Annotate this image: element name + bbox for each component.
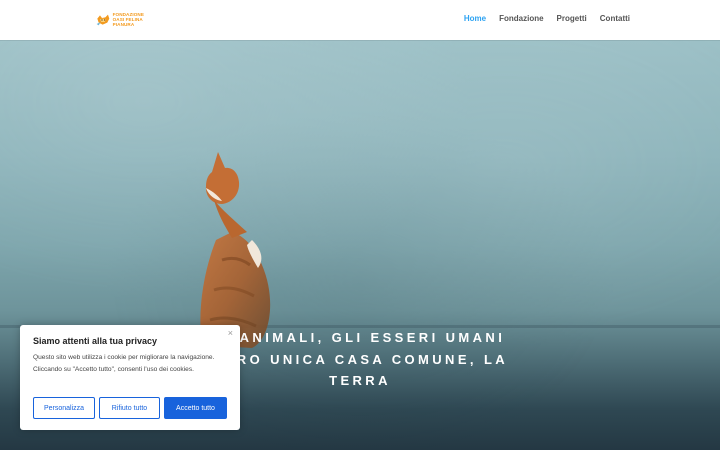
cookie-description: Questo sito web utilizza i cookie per mi…: [33, 354, 215, 373]
cat-logo-icon: [96, 14, 110, 25]
customize-button[interactable]: Personalizza: [33, 397, 95, 419]
cookie-buttons: Personalizza Rifiuto tutto Accetto tutto: [33, 397, 227, 419]
site-logo[interactable]: FONDAZIONE OASI FELINA PIANURA: [96, 9, 144, 30]
nav-home[interactable]: Home: [464, 14, 486, 23]
nav-fondazione[interactable]: Fondazione: [499, 14, 543, 23]
accept-all-button[interactable]: Accetto tutto: [164, 397, 227, 419]
nav-progetti[interactable]: Progetti: [557, 14, 587, 23]
logo-text: FONDAZIONE OASI FELINA PIANURA: [113, 12, 144, 27]
reject-all-button[interactable]: Rifiuto tutto: [99, 397, 160, 419]
cookie-title: Siamo attenti alla tua privacy: [33, 336, 158, 346]
site-header: FONDAZIONE OASI FELINA PIANURA Home Fond…: [0, 0, 720, 40]
main-nav: Home Fondazione Progetti Contatti: [464, 14, 630, 23]
nav-contatti[interactable]: Contatti: [600, 14, 630, 23]
close-icon[interactable]: ×: [228, 328, 233, 338]
cookie-consent-banner: × Siamo attenti alla tua privacy Questo …: [20, 325, 240, 430]
logo-line: PIANURA: [112, 22, 135, 27]
